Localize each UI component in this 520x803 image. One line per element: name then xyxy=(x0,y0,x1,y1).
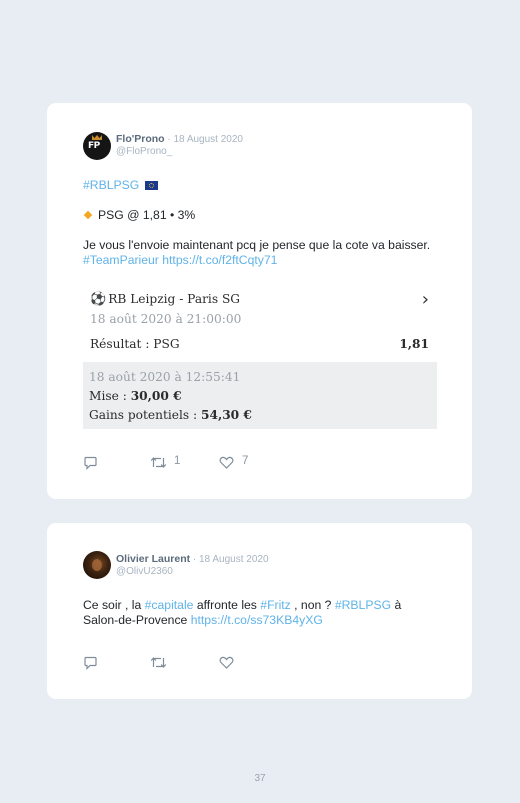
match-name: RB Leipzig - Paris SG xyxy=(108,292,241,306)
bet-odds: 1,81 xyxy=(399,337,429,351)
page-number: 37 xyxy=(254,773,266,784)
retweet-icon[interactable] xyxy=(150,656,167,669)
bet-result: Résultat : PSG xyxy=(90,337,180,351)
body-text: , non ? xyxy=(294,598,332,612)
gain-value: 54,30 € xyxy=(201,408,252,422)
retweet-count: 1 xyxy=(174,455,181,467)
like-icon[interactable] xyxy=(219,456,234,469)
bet-potential-gain: Gains potentiels : 54,30 € xyxy=(89,408,252,422)
hashtag-link[interactable]: #RBLPSG xyxy=(83,178,139,192)
retweet-icon[interactable] xyxy=(150,456,167,469)
tweet-pick-line: PSG @ 1,81 • 3% xyxy=(83,208,433,223)
bet-placed-date: 18 août 2020 à 12:55:41 xyxy=(89,370,241,384)
bet-stake: Mise : 30,00 € xyxy=(89,389,182,403)
avatar-photo xyxy=(92,559,102,571)
tweet-body: Ce soir , la #capitale affronte les #Fri… xyxy=(83,598,433,628)
crown-icon xyxy=(92,135,102,140)
bet-slip-image[interactable]: ⚽ RB Leipzig - Paris SG › 18 août 2020 à … xyxy=(83,283,437,429)
eu-flag-icon xyxy=(144,181,158,190)
gain-label: Gains potentiels : xyxy=(89,408,198,422)
bet-summary: 18 août 2020 à 12:55:41 Mise : 30,00 € G… xyxy=(83,362,437,429)
stake-label: Mise : xyxy=(89,389,127,403)
hashtag-link[interactable]: #Fritz xyxy=(260,598,290,612)
tweet-body: Je vous l'envoie maintenant pcq je pense… xyxy=(83,238,433,268)
soccer-ball-icon: ⚽ xyxy=(90,292,107,307)
like-count: 7 xyxy=(242,455,249,467)
reply-icon[interactable] xyxy=(83,456,98,470)
orange-diamond-icon xyxy=(83,211,93,220)
bet-match: ⚽ RB Leipzig - Paris SG xyxy=(90,292,240,307)
pick-text: PSG @ 1,81 • 3% xyxy=(98,208,196,222)
author-handle[interactable]: @FloProno_ xyxy=(116,146,172,157)
author-line: Flo'Prono · 18 August 2020 xyxy=(116,133,243,145)
bet-kickoff: 18 août 2020 à 21:00:00 xyxy=(90,312,242,326)
like-icon[interactable] xyxy=(219,656,234,669)
tweet-date[interactable]: 18 August 2020 xyxy=(199,554,269,565)
author-line: Olivier Laurent · 18 August 2020 xyxy=(116,553,269,565)
body-text: Ce soir , la xyxy=(83,598,142,612)
chevron-right-icon: › xyxy=(421,289,429,310)
tweet-card: Olivier Laurent · 18 August 2020 @OlivU2… xyxy=(47,523,472,699)
author-handle[interactable]: @OlivU2360 xyxy=(116,566,173,577)
hashtag-link[interactable]: #RBLPSG xyxy=(335,598,391,612)
avatar[interactable]: FP xyxy=(83,132,111,160)
author-name[interactable]: Flo'Prono xyxy=(116,133,165,145)
hashtag-link[interactable]: #TeamParieur xyxy=(83,253,159,267)
stake-value: 30,00 € xyxy=(130,389,182,403)
tweet-hashtag-line: #RBLPSG xyxy=(83,178,433,193)
url-link[interactable]: https://t.co/f2ftCqty71 xyxy=(162,253,277,267)
avatar-monogram: FP xyxy=(88,141,100,151)
hashtag-link[interactable]: #capitale xyxy=(145,598,194,612)
body-text: Salon-de-Provence xyxy=(83,613,188,627)
url-link[interactable]: https://t.co/ss73KB4yXG xyxy=(191,613,323,627)
body-text: affronte les xyxy=(196,598,257,612)
avatar[interactable] xyxy=(83,551,111,579)
reply-icon[interactable] xyxy=(83,656,98,670)
tweet-card: FP Flo'Prono · 18 August 2020 @FloProno_… xyxy=(47,103,472,499)
body-text: à xyxy=(394,598,402,612)
author-name[interactable]: Olivier Laurent xyxy=(116,553,190,565)
tweet-date[interactable]: 18 August 2020 xyxy=(173,134,243,145)
body-text: Je vous l'envoie maintenant pcq je pense… xyxy=(83,238,431,252)
